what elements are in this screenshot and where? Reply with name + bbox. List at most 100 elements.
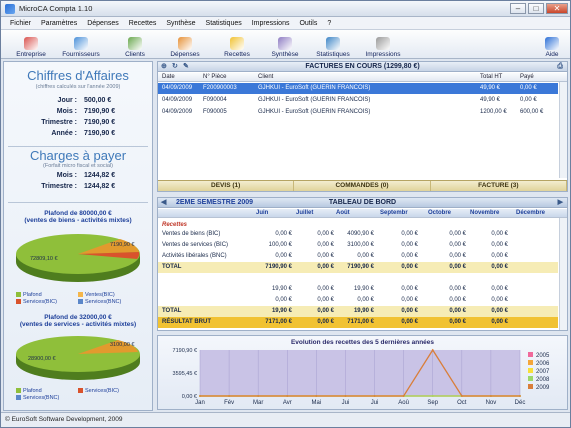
row-value: 0,00 € <box>275 253 292 259</box>
menu-item[interactable]: Paramètres <box>36 20 82 27</box>
divider <box>8 202 148 203</box>
print-icon[interactable]: ⎙ <box>557 62 563 72</box>
dashboard-row: Ventes de services (BIC) 100,00 € 0,00 € 31… <box>158 240 558 251</box>
col-date[interactable]: Date <box>162 73 175 82</box>
menu-item[interactable]: ? <box>322 20 336 27</box>
invoices-scrollbar[interactable] <box>559 82 567 178</box>
toolbar-button-summary[interactable]: Synthèse <box>261 31 309 58</box>
summary-panel: Chiffres d'Affaires (chiffres calculés s… <box>3 61 153 411</box>
invoice-total: 49,90 € <box>480 97 501 103</box>
y-tick-label: 0,00 € <box>182 394 197 400</box>
legend-label: 2009 <box>536 385 550 391</box>
col-num[interactable]: N° Pièce <box>203 73 226 82</box>
tab-facture[interactable]: FACTURE (3) <box>431 181 567 191</box>
summary-label: Année : <box>51 130 77 137</box>
col-total[interactable]: Total HT <box>480 73 502 82</box>
invoice-row[interactable]: 04/09/2009 F090004 GJHKUI - EuroSoft (GUER… <box>158 95 558 106</box>
y-tick-label: 3595,45 € <box>173 371 197 377</box>
col-paid[interactable]: Payé <box>520 73 534 82</box>
menu-item[interactable]: Fichier <box>5 20 36 27</box>
menu-item[interactable]: Dépenses <box>82 20 124 27</box>
dashboard-months: Juin Juillet Août Septembr Octobre Novembre Dé… <box>158 209 567 218</box>
pie1-legend-services-bic: Services(BIC) <box>16 299 57 305</box>
prev-period-icon[interactable]: ◀ <box>161 198 166 208</box>
dashboard-panel: ◀ 2EME SEMESTRE 2009 TABLEAU DE BORD ▶ J… <box>157 197 568 331</box>
series-point-2009 <box>199 395 201 397</box>
toolbar-button-print[interactable]: Impressions <box>359 31 407 58</box>
dashboard-scrollbar[interactable] <box>559 218 567 330</box>
x-tick-label: Avr <box>283 400 292 406</box>
tab-commandes[interactable]: COMMANDES (0) <box>294 181 431 191</box>
toolbar-label: Dépenses <box>170 51 200 58</box>
row-value: 4090,90 € <box>347 231 374 237</box>
pie1-legend-plafond: Plafond <box>16 292 42 298</box>
row-label: TOTAL <box>162 308 182 314</box>
menu-item[interactable]: Impressions <box>247 20 295 27</box>
row-value: 0,00 € <box>449 253 466 259</box>
summary-value: 7190,90 € <box>84 119 116 126</box>
summary-label: Trimestre : <box>41 119 77 126</box>
toolbar-button-clients[interactable]: Clients <box>111 31 159 58</box>
menu-item[interactable]: Synthèse <box>161 20 200 27</box>
row-label: Ventes de biens (BIC) <box>162 231 221 237</box>
invoice-client: GJHKUI - EuroSoft (GUERIN FRANCOIS) <box>258 97 371 103</box>
x-tick-label: Sep <box>427 400 438 406</box>
invoice-row[interactable]: 04/09/2009 F090005 GJHKUI - EuroSoft (GUER… <box>158 107 558 118</box>
legend-swatch <box>528 384 533 389</box>
invoices-column-header: Date N° Pièce Client Total HT Payé <box>158 73 567 82</box>
toolbar-button-income[interactable]: Recettes <box>213 31 261 58</box>
toolbar: Entreprise Fournisseurs Clients Dépenses Rec… <box>1 30 570 59</box>
menu-item[interactable]: Statistiques <box>201 20 247 27</box>
building-icon <box>24 37 38 50</box>
row-value: 0,00 € <box>317 308 334 314</box>
row-value: 0,00 € <box>401 264 418 270</box>
legend-swatch <box>528 376 533 381</box>
summary-value: 7190,90 € <box>84 108 116 115</box>
legend-swatch <box>528 360 533 365</box>
row-value: 0,00 € <box>401 231 418 237</box>
menu-item[interactable]: Outils <box>294 20 322 27</box>
refresh-icon[interactable]: ↻ <box>172 62 178 72</box>
row-value: 0,00 € <box>449 231 466 237</box>
pie2-legend-services-bic: Services(BIC) <box>78 388 119 394</box>
row-label: Ventes de services (BIC) <box>162 242 229 248</box>
row-value: 7171,00 € <box>265 319 292 325</box>
minimize-button[interactable]: – <box>510 3 526 14</box>
maximize-button[interactable]: □ <box>528 3 544 14</box>
row-value: 100,00 € <box>268 242 292 248</box>
toolbar-button-help[interactable]: Aide <box>539 31 565 58</box>
toolbar-button-stats[interactable]: Statistiques <box>309 31 357 58</box>
close-button[interactable]: ✕ <box>546 3 568 14</box>
pie2-legend-plafond: Plafond <box>16 388 42 394</box>
revenue-note: (chiffres calculés sur l'année 2009) <box>35 84 121 90</box>
x-tick-label: Nov <box>486 400 497 406</box>
charges-note: (Forfait micro fiscal et social) <box>43 163 113 169</box>
row-value: 0,00 € <box>401 308 418 314</box>
toolbar-label: Impressions <box>365 51 401 58</box>
dashboard-title: TABLEAU DE BORD <box>328 199 397 206</box>
row-value: 0,00 € <box>317 286 334 292</box>
invoice-row[interactable]: 04/09/2009 F200900003 GJHKUI - EuroSoft (G… <box>158 83 558 94</box>
menu-item[interactable]: Recettes <box>124 20 162 27</box>
toolbar-button-building[interactable]: Entreprise <box>7 31 55 58</box>
row-value: 0,00 € <box>401 253 418 259</box>
col-client[interactable]: Client <box>258 73 273 82</box>
invoice-num: F090005 <box>203 109 227 115</box>
row-value: 19,90 € <box>271 286 292 292</box>
tab-devis[interactable]: DEVIS (1) <box>158 181 295 191</box>
pie2-title: Plafond de 32000,00 € <box>44 314 112 321</box>
next-period-icon[interactable]: ▶ <box>558 198 563 208</box>
toolbar-label: Clients <box>125 51 145 58</box>
toolbar-button-suppliers[interactable]: Fournisseurs <box>57 31 105 58</box>
row-value: 0,00 € <box>317 264 334 270</box>
invoice-paid: 600,00 € <box>520 109 544 115</box>
result-row: RÉSULTAT BRUT 7171,00 € 0,00 € 7171,00 € 0,0… <box>158 317 558 328</box>
status-bar: © EuroSoft Software Development, 2009 <box>1 412 570 427</box>
edit-icon[interactable]: ✎ <box>183 62 189 72</box>
toolbar-button-expenses[interactable]: Dépenses <box>161 31 209 58</box>
pie1-title: Plafond de 80000,00 € <box>44 210 112 217</box>
title-bar[interactable]: MicroCA Compta 1.10 – □ ✕ <box>1 1 570 17</box>
row-value: 3100,00 € <box>347 242 374 248</box>
series-point-2009 <box>315 395 318 397</box>
add-icon[interactable]: ⊕ <box>161 62 167 72</box>
